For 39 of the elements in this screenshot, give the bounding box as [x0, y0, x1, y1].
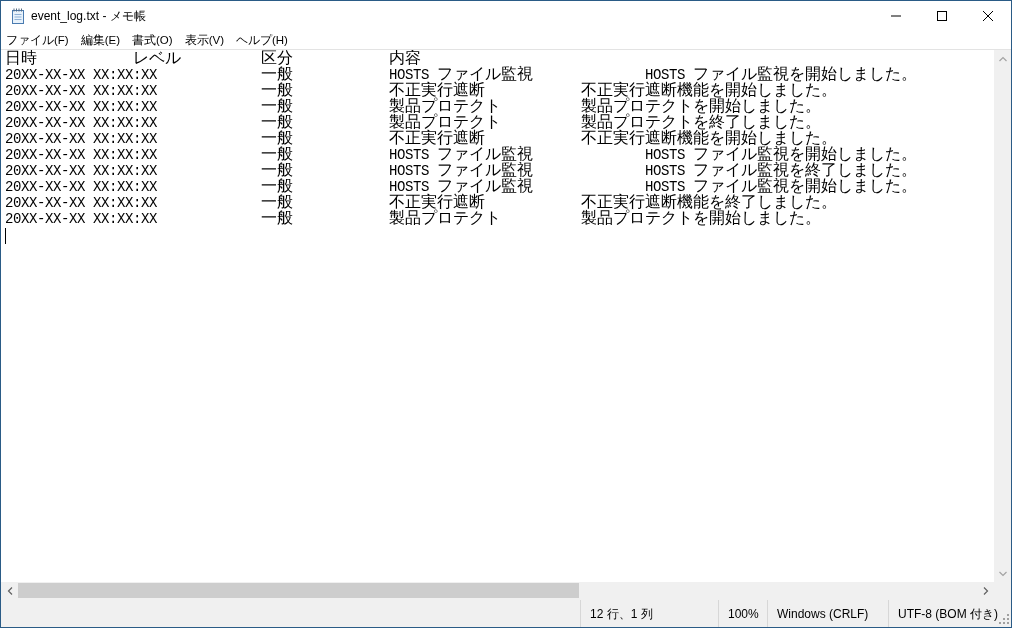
- size-grip-icon: [999, 614, 1009, 624]
- log-text: 20XX-XX-XX XX:XX:XX: [5, 130, 158, 148]
- column-heading: レベル: [133, 50, 181, 68]
- menu-item[interactable]: 書式(O): [128, 31, 177, 49]
- log-text: 一般: [261, 210, 293, 228]
- menu-item[interactable]: ヘルプ(H): [232, 31, 292, 49]
- log-text: 20XX-XX-XX XX:XX:XX: [5, 82, 158, 100]
- menu-item[interactable]: ファイル(F): [2, 31, 73, 49]
- log-text: 20XX-XX-XX XX:XX:XX: [5, 178, 158, 196]
- close-icon: [983, 11, 993, 21]
- log-text: 20XX-XX-XX XX:XX:XX: [5, 146, 158, 164]
- menu-item[interactable]: 編集(E): [76, 31, 125, 49]
- line-ending-text: Windows (CRLF): [777, 605, 869, 623]
- column-heading: 区分: [261, 50, 293, 68]
- column-heading: 日時: [5, 50, 37, 68]
- vertical-scrollbar[interactable]: [994, 50, 1011, 582]
- chevron-up-icon: [998, 54, 1007, 63]
- chevron-down-icon: [998, 569, 1007, 578]
- chevron-right-icon: [981, 586, 990, 595]
- zoom-level-text: 100%: [728, 605, 759, 623]
- horizontal-scrollbar[interactable]: [1, 582, 994, 599]
- log-text: 20XX-XX-XX XX:XX:XX: [5, 210, 158, 228]
- window-title: event_log.txt - メモ帳: [31, 8, 146, 25]
- log-text: 20XX-XX-XX XX:XX:XX: [5, 98, 158, 116]
- log-text: 製品プロテクト: [389, 210, 501, 228]
- scrollbar-thumb[interactable]: [18, 583, 579, 598]
- text-cursor: [5, 228, 6, 244]
- maximize-icon: [937, 11, 947, 21]
- column-heading: 内容: [389, 50, 421, 68]
- log-text: 20XX-XX-XX XX:XX:XX: [5, 114, 158, 132]
- cursor-position-text: 12 行、1 列: [590, 605, 653, 623]
- chevron-left-icon: [5, 586, 14, 595]
- menu-item[interactable]: 表示(V): [180, 31, 228, 49]
- log-text: 20XX-XX-XX XX:XX:XX: [5, 66, 158, 84]
- encoding-text: UTF-8 (BOM 付き): [898, 605, 998, 623]
- log-text: 20XX-XX-XX XX:XX:XX: [5, 162, 158, 180]
- log-text: 製品プロテクトを開始しました。: [581, 210, 821, 228]
- notepad-icon: [10, 8, 26, 24]
- log-text: 20XX-XX-XX XX:XX:XX: [5, 194, 158, 212]
